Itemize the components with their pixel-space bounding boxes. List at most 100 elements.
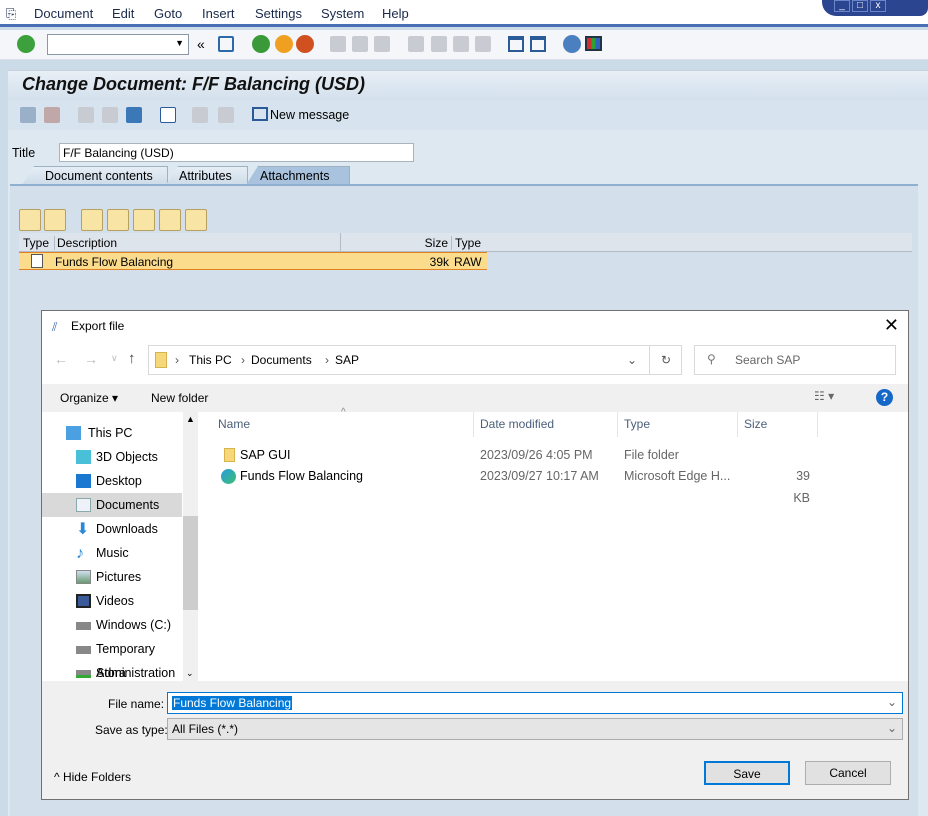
customize-layout-icon[interactable]	[585, 36, 602, 51]
hide-folders-button[interactable]: ^ Hide Folders	[54, 770, 131, 784]
dialog-title: Export file	[71, 319, 125, 333]
nav-scrollbar[interactable]: ▲ ⌄	[183, 412, 198, 681]
scroll-up-icon[interactable]: ▲	[186, 414, 195, 424]
menu-system[interactable]: System	[321, 6, 364, 21]
col-type[interactable]: Type	[23, 236, 49, 250]
nav-this-pc[interactable]: This PC	[42, 421, 182, 445]
insert-node-icon[interactable]	[78, 107, 94, 123]
new-session-icon[interactable]	[508, 36, 524, 52]
nav-pictures[interactable]: Pictures	[42, 565, 182, 589]
nav-administration[interactable]: Administration (	[42, 661, 182, 681]
forward-arrow-icon[interactable]: →	[84, 351, 98, 367]
up-arrow-icon[interactable]: ↑	[128, 350, 136, 367]
nav-windows-c[interactable]: Windows (C:)	[42, 613, 182, 637]
column-size[interactable]: Size	[738, 412, 818, 437]
previous-page-icon[interactable]	[431, 36, 447, 52]
scroll-thumb[interactable]	[183, 516, 198, 610]
menu-goto[interactable]: Goto	[154, 6, 182, 21]
search-input[interactable]: ⚲ Search SAP	[694, 345, 896, 375]
first-page-icon[interactable]	[408, 36, 424, 52]
structure-icon[interactable]	[44, 107, 60, 123]
close-window-button[interactable]: x	[870, 0, 886, 12]
menu-insert[interactable]: Insert	[202, 6, 235, 21]
file-row[interactable]: Funds Flow Balancing 2023/09/27 10:17 AM…	[212, 465, 852, 505]
nav-3d-objects[interactable]: 3D Objects	[42, 445, 182, 469]
menu-help[interactable]: Help	[382, 6, 409, 21]
column-type[interactable]: Type	[618, 412, 738, 437]
organize-button[interactable]: Organize ▾	[60, 391, 118, 405]
help-icon[interactable]	[563, 35, 581, 53]
menu-settings[interactable]: Settings	[255, 6, 302, 21]
display-icon[interactable]	[20, 107, 36, 123]
previous-icon[interactable]	[192, 107, 208, 123]
nav-desktop[interactable]: Desktop	[42, 469, 182, 493]
dropdown-icon[interactable]: ⌄	[887, 695, 897, 709]
close-icon[interactable]: ✕	[884, 315, 899, 336]
attachment-icon[interactable]	[160, 107, 176, 123]
menu-edit[interactable]: Edit	[112, 6, 134, 21]
col-description[interactable]: Description	[54, 236, 340, 250]
maximize-button[interactable]: □	[852, 0, 868, 12]
tab-document-contents[interactable]: Document contents	[22, 166, 168, 185]
trash-icon[interactable]	[159, 209, 181, 231]
import-icon[interactable]	[19, 209, 41, 231]
address-dropdown-icon[interactable]: ⌄	[627, 353, 637, 367]
collapse-icon[interactable]: «	[197, 36, 205, 52]
back-icon[interactable]	[252, 35, 270, 53]
recent-chevron-icon[interactable]: ∨	[111, 353, 118, 364]
file-name-input[interactable]: Funds Flow Balancing ⌄	[167, 692, 903, 714]
menu-document[interactable]: Document	[34, 6, 93, 21]
cancel-button[interactable]: Cancel	[805, 761, 891, 785]
help-icon[interactable]: ?	[876, 389, 893, 406]
nav-music[interactable]: ♪ Music	[42, 541, 182, 565]
cancel-icon[interactable]	[296, 35, 314, 53]
shortcut-icon[interactable]	[530, 36, 546, 52]
find-next-icon[interactable]	[374, 36, 390, 52]
nav-temporary-storage[interactable]: Temporary Stora	[42, 637, 182, 680]
breadcrumb-this-pc[interactable]: This PC	[189, 353, 232, 367]
table-row[interactable]: Funds Flow Balancing 39k RAW	[19, 252, 487, 270]
col-type2[interactable]: Type	[451, 236, 481, 250]
next-page-icon[interactable]	[453, 36, 469, 52]
column-name[interactable]: Name	[212, 412, 474, 437]
insert-subnode-icon[interactable]	[102, 107, 118, 123]
save-button[interactable]: Save	[704, 761, 790, 785]
print-icon[interactable]	[330, 36, 346, 52]
breadcrumb-sap[interactable]: SAP	[335, 353, 359, 367]
next-icon[interactable]	[218, 107, 234, 123]
new-folder-button[interactable]: New folder	[151, 391, 208, 405]
title-input[interactable]: F/F Balancing (USD)	[59, 143, 414, 162]
column-date-modified[interactable]: Date modified	[474, 412, 618, 437]
save-type-select[interactable]: All Files (*.*) ⌄	[167, 718, 903, 740]
find-icon[interactable]	[352, 36, 368, 52]
delete-icon[interactable]	[126, 107, 142, 123]
new-message-button[interactable]: New message	[270, 108, 349, 122]
breadcrumb-documents[interactable]: Documents	[251, 353, 312, 367]
dropdown-icon[interactable]: ⌄	[887, 721, 897, 735]
command-field[interactable]: ▼	[47, 34, 189, 55]
minimize-button[interactable]: _	[834, 0, 850, 12]
inspect-icon[interactable]	[185, 209, 207, 231]
exit-icon[interactable]	[275, 35, 293, 53]
tab-attachments[interactable]: Attachments	[246, 166, 350, 185]
nav-downloads[interactable]: ⬇ Downloads	[42, 517, 182, 541]
scroll-down-icon[interactable]: ⌄	[186, 668, 194, 679]
enter-icon[interactable]	[17, 35, 35, 53]
back-arrow-icon[interactable]: ←	[54, 351, 68, 367]
tab-attributes[interactable]: Attributes	[166, 166, 248, 185]
menu-icon[interactable]: ⎘	[6, 6, 16, 22]
nav-videos[interactable]: Videos	[42, 589, 182, 613]
file-row[interactable]: SAP GUI 2023/09/26 4:05 PM File folder	[212, 444, 852, 466]
export-icon[interactable]	[44, 209, 66, 231]
last-page-icon[interactable]	[475, 36, 491, 52]
nav-documents[interactable]: Documents	[42, 493, 182, 517]
save-icon[interactable]	[218, 36, 234, 52]
edit-icon[interactable]	[81, 209, 103, 231]
document-icon	[31, 254, 43, 268]
address-bar[interactable]: › This PC › Documents › SAP ⌄ ↻	[148, 345, 682, 375]
refresh-icon[interactable]: ↻	[649, 346, 682, 374]
col-size[interactable]: Size	[340, 233, 450, 251]
hierarchy-icon[interactable]	[133, 209, 155, 231]
view-options-icon[interactable]: ☷ ▾	[814, 389, 834, 403]
insert-icon[interactable]	[107, 209, 129, 231]
